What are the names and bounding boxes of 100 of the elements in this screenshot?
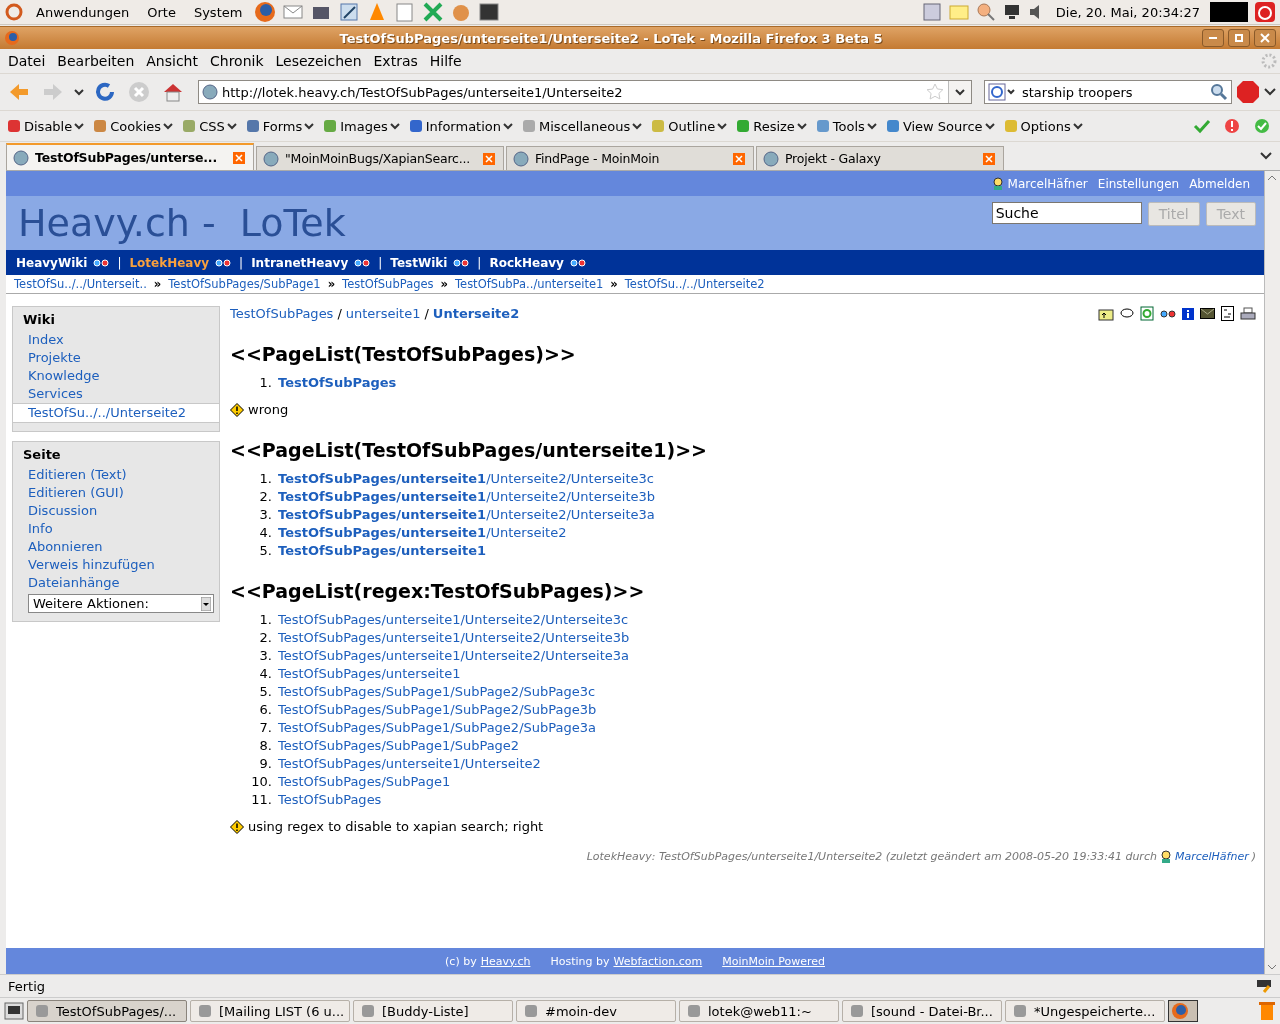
page-path-link[interactable]: unterseite1 [345, 306, 421, 321]
site-logo[interactable]: Heavy.ch - LoTek [18, 196, 346, 250]
taskbar-button[interactable]: TestOfSubPages/... [27, 1000, 187, 1022]
sidebar-link[interactable]: Verweis hinzufügen [13, 556, 219, 574]
toolbar-menu-button[interactable]: Images [320, 118, 404, 134]
sidebar-link[interactable]: Projekte [13, 349, 219, 367]
page-link[interactable]: TestOfSubPages/unterseite1/Unterseite2/Unterseite3b [278, 489, 656, 504]
toolbar-menu-button[interactable]: Cookies [90, 118, 178, 134]
panel-title: Wiki [22, 311, 56, 329]
browser-tab[interactable]: TestOfSubPages/unterse... [6, 143, 254, 170]
interwiki-link[interactable]: TestWiki [390, 255, 448, 270]
panel-menu[interactable]: Orte [141, 4, 182, 20]
sidebar-link[interactable]: TestOfSu../../Unterseite2 [12, 403, 220, 423]
toolbar-menu-button[interactable]: CSS [179, 118, 241, 134]
breadcrumb-link[interactable]: TestOfSu../../Unterseite2 [624, 277, 765, 291]
interwiki-link[interactable]: HeavyWiki [16, 255, 88, 270]
footer-link[interactable]: Webfaction.com [613, 954, 703, 968]
page-link[interactable]: TestOfSubPages/unterseite1/Unterseite2 [278, 756, 541, 771]
page-link[interactable]: TestOfSubPages/SubPage1/SubPage2/SubPage3b [278, 702, 597, 717]
user-link[interactable]: Einstellungen [1097, 176, 1180, 191]
menu-item[interactable]: Extras [367, 53, 424, 69]
wiki-search-field[interactable]: Suche [991, 202, 1142, 224]
menu-item[interactable]: Bearbeiten [51, 53, 141, 69]
sidebar-link[interactable]: Dateianhänge [13, 574, 219, 592]
taskbar-button[interactable]: #moin-dev [516, 1000, 676, 1022]
toolbar-menu-button[interactable]: View Source [882, 118, 999, 134]
breadcrumb-link[interactable]: TestOfSubPages/SubPage1 [168, 277, 321, 291]
footer-link[interactable]: MoinMoin Powered [722, 954, 825, 968]
taskbar-button[interactable]: *Ungespeicherte... [1005, 1000, 1165, 1022]
toolbar-menu-button[interactable]: Outline [648, 118, 732, 134]
footer-link[interactable]: Heavy.ch [480, 954, 531, 968]
sidebar-link[interactable]: Editieren (Text) [13, 466, 219, 484]
sidebar-link[interactable]: Knowledge [13, 367, 219, 385]
toolbar-menu-button[interactable]: Tools [812, 118, 881, 134]
taskbar-button[interactable]: lotek@web11:~ [679, 1000, 839, 1022]
interwiki-link[interactable]: IntranetHeavy [251, 255, 349, 270]
panel-menu[interactable]: Anwendungen [30, 4, 136, 20]
page-link[interactable]: TestOfSubPages/unterseite1/Unterseite2/Unterseite3b [278, 630, 630, 645]
toolbar-menu-button[interactable]: Forms [242, 118, 319, 134]
separator: | [378, 255, 383, 270]
menu-item[interactable]: Ansicht [140, 53, 204, 69]
author-link[interactable]: MarcelHäfner [1174, 850, 1249, 863]
toolbar-menu-button[interactable]: Miscellaneous [519, 118, 647, 134]
breadcrumb-separator: » [153, 277, 162, 291]
user-link[interactable]: MarcelHäfner [1007, 176, 1088, 191]
browser-tab[interactable]: FindPage - MoinMoin [506, 146, 754, 170]
taskbar-button[interactable]: [Mailing LIST (6 u... [190, 1000, 350, 1022]
menu-item[interactable]: Datei [2, 53, 52, 69]
toolbar-menu-button[interactable]: Disable [4, 118, 89, 134]
path-separator: / [424, 306, 429, 321]
footer-text: (c) by [445, 954, 477, 968]
toolbar-menu-button[interactable]: Information [405, 118, 518, 134]
address-field[interactable]: http://lotek.heavy.ch/TestOfSubPages/unterseite1/Unterseite2 [222, 84, 922, 100]
interwiki-link[interactable]: LotekHeavy [129, 255, 210, 270]
clock[interactable]: Die, 20. Mai, 20:34:27 [1051, 4, 1204, 20]
actions-dropdown[interactable]: Weitere Aktionen: [28, 594, 214, 613]
menu-item[interactable]: Lesezeichen [269, 53, 368, 69]
list-number: 3. [258, 648, 272, 663]
page-link[interactable]: TestOfSubPages/SubPage1 [278, 774, 451, 789]
page-link[interactable]: TestOfSubPages/unterseite1/Unterseite2/Unterseite3c [278, 612, 629, 627]
search-bar[interactable]: starship troopers [984, 80, 1232, 104]
page-link[interactable]: TestOfSubPages/SubPage1/SubPage2 [278, 738, 520, 753]
page-link[interactable]: TestOfSubPages/unterseite1/Unterseite2/Unterseite3a [278, 507, 655, 522]
toolbar-menu-button[interactable]: Resize [733, 118, 811, 134]
page-link[interactable]: TestOfSubPages/unterseite1/Unterseite2/Unterseite3a [278, 648, 630, 663]
page-path-link[interactable]: TestOfSubPages [230, 306, 334, 321]
sidebar-link[interactable]: Info [13, 520, 219, 538]
taskbar-button[interactable]: [sound - Datei-Br... [842, 1000, 1002, 1022]
panel-menu[interactable]: System [187, 4, 249, 20]
browser-tab[interactable]: Projekt - Galaxy [756, 146, 1004, 170]
sidebar-link[interactable]: Editieren (GUI) [13, 484, 219, 502]
page-link[interactable]: TestOfSubPages [278, 792, 382, 807]
sidebar-link[interactable]: Abonnieren [13, 538, 219, 556]
list-number: 1. [258, 612, 272, 627]
breadcrumb-link[interactable]: TestOfSubPages [342, 277, 434, 291]
user-link[interactable]: Abmelden [1189, 176, 1250, 191]
list-number: 2. [258, 489, 272, 504]
sidebar-link[interactable]: Discussion [13, 502, 219, 520]
breadcrumb-link[interactable]: TestOfSu../../Unterseit.. [14, 277, 147, 291]
browser-tab[interactable]: "MoinMoinBugs/XapianSearc... [256, 146, 504, 170]
page-link[interactable]: TestOfSubPages/unterseite1 [278, 543, 487, 558]
breadcrumb-link[interactable]: TestOfSubPa../unterseite1 [455, 277, 604, 291]
page-info-text: LotekHeavy: TestOfSubPages/unterseite1/Unterseite2 (zuletzt geändert am 2008-05-20 19:33:41 durch [586, 850, 1157, 863]
page-link[interactable]: TestOfSubPages/unterseite1 [278, 666, 461, 681]
page-path-link[interactable]: Unterseite2 [432, 306, 520, 321]
interwiki-link[interactable]: RockHeavy [489, 255, 564, 270]
page-link[interactable]: TestOfSubPages/SubPage1/SubPage2/SubPage3a [278, 720, 596, 735]
page-link[interactable]: TestOfSubPages/unterseite1/Unterseite2/Unterseite3c [278, 471, 654, 486]
search-field[interactable]: starship troopers [1022, 84, 1206, 100]
menu-item[interactable]: Hilfe [423, 53, 468, 69]
sidebar-link[interactable]: Index [13, 331, 219, 349]
page-link[interactable]: TestOfSubPages/SubPage1/SubPage2/SubPage3c [278, 684, 596, 699]
taskbar-button[interactable]: [Buddy-Liste] [353, 1000, 513, 1022]
list-number: 3. [258, 507, 272, 522]
address-bar[interactable]: http://lotek.heavy.ch/TestOfSubPages/unterseite1/Unterseite2 [198, 80, 972, 104]
page-link[interactable]: TestOfSubPages [278, 375, 397, 390]
toolbar-menu-button[interactable]: Options [1000, 118, 1087, 134]
menu-item[interactable]: Chronik [204, 53, 270, 69]
sidebar-link[interactable]: Services [13, 385, 219, 403]
page-link[interactable]: TestOfSubPages/unterseite1/Unterseite2 [278, 525, 567, 540]
